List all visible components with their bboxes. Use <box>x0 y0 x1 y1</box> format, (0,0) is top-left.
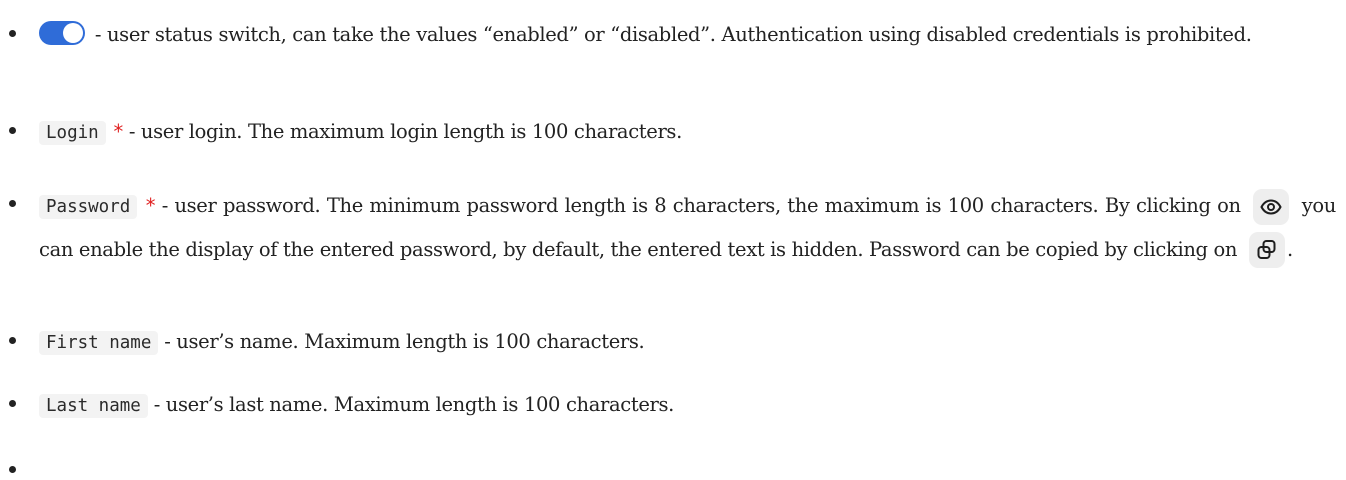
copy-password-icon[interactable] <box>1248 232 1285 268</box>
toggle-switch-icon[interactable] <box>39 21 85 45</box>
password-description-part1: - user password. The minimum password le… <box>161 194 1241 217</box>
field-name-login: Login <box>39 121 106 145</box>
required-mark: * <box>113 120 124 143</box>
list-item-text: Last name - user’s last name. Maximum le… <box>39 388 1336 423</box>
document-body: - user status switch, can take the value… <box>0 0 1346 480</box>
last-name-description: - user’s last name. Maximum length is 10… <box>153 393 675 416</box>
list-item-text: Password * - user password. The minimum … <box>39 185 1336 270</box>
list-item-text: - user status switch, can take the value… <box>39 18 1336 51</box>
field-name-first-name: First name <box>39 331 159 355</box>
bullet <box>9 466 16 473</box>
required-mark: * <box>145 194 156 217</box>
field-name-last-name: Last name <box>39 394 148 418</box>
show-password-eye-icon[interactable] <box>1253 188 1290 225</box>
first-name-description: - user’s name. Maximum length is 100 cha… <box>164 330 645 353</box>
password-description-part3: . <box>1286 237 1293 261</box>
bullet <box>9 127 16 134</box>
list-item-text: First name - user’s name. Maximum length… <box>39 325 1336 360</box>
list-item-text: Login * - user login. The maximum login … <box>39 115 1336 150</box>
bullet <box>9 337 16 344</box>
status-switch-description: - user status switch, can take the value… <box>94 23 1252 46</box>
login-description: - user login. The maximum login length i… <box>128 120 682 143</box>
field-name-password: Password <box>39 195 138 219</box>
toggle-knob <box>63 23 83 43</box>
bullet <box>9 400 16 407</box>
bullet <box>9 30 16 37</box>
bullet <box>9 200 16 207</box>
